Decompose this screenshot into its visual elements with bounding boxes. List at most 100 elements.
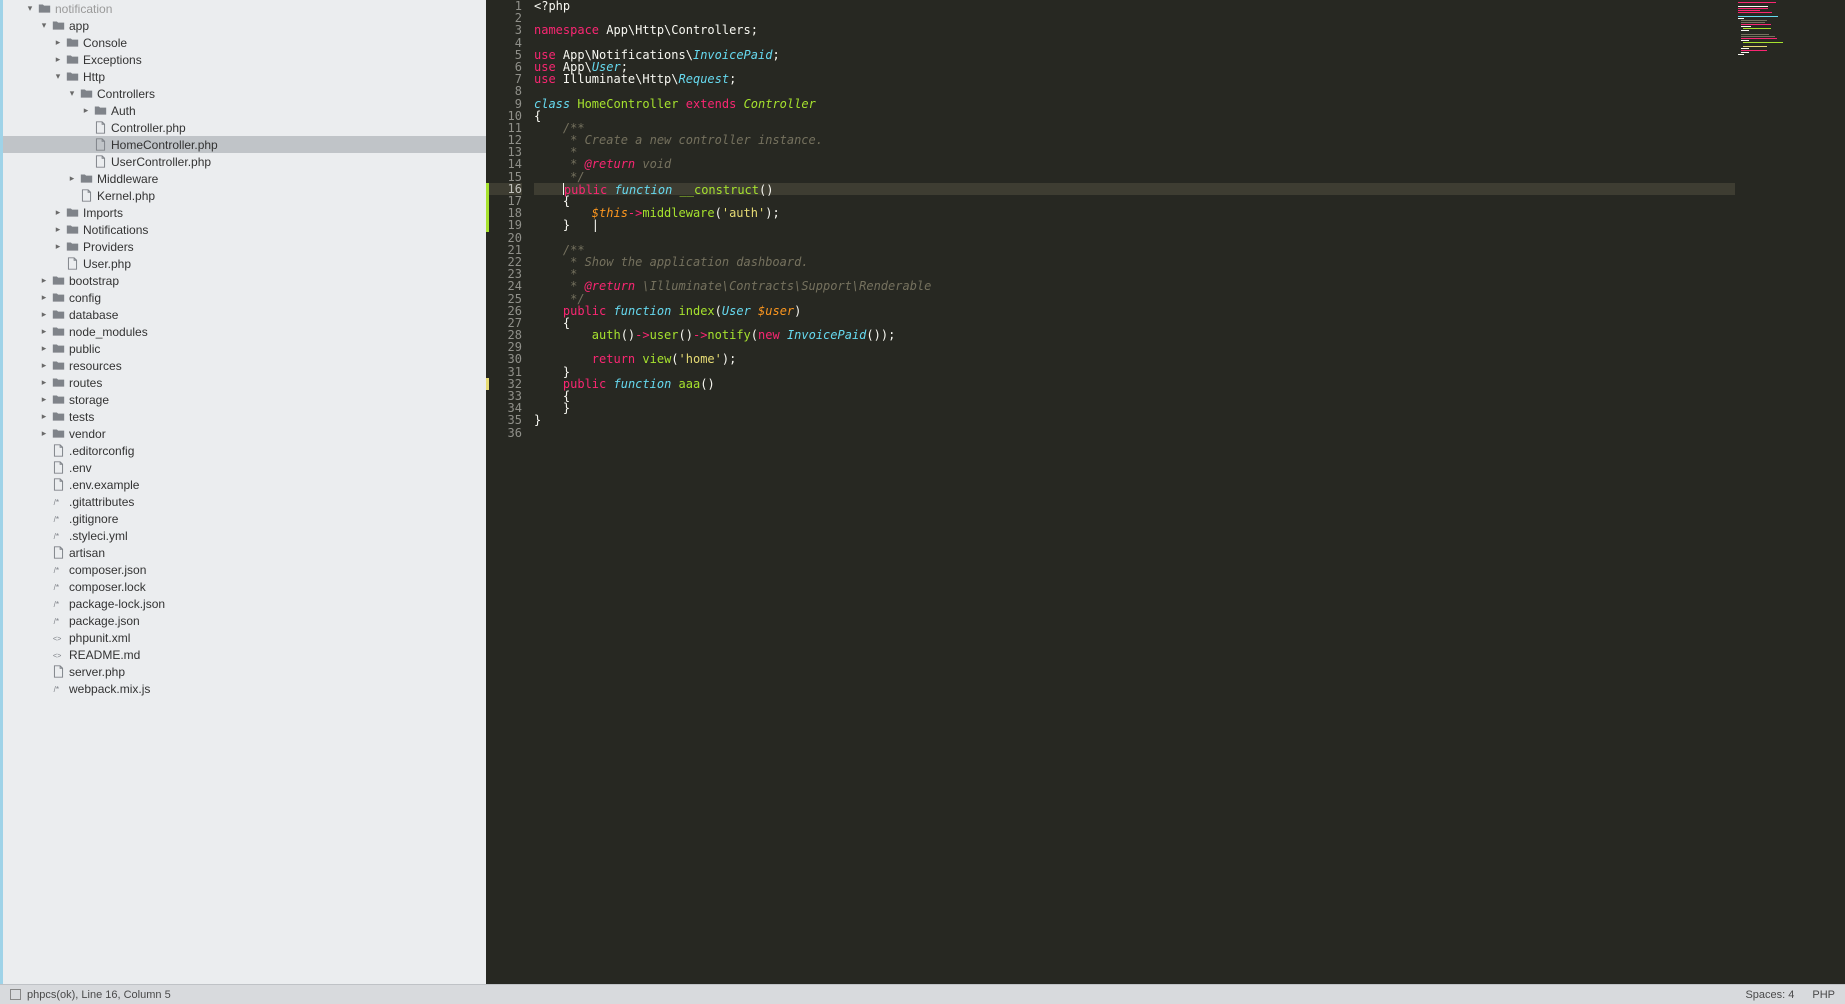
file-item--gitattributes[interactable]: /*.gitattributes <box>3 493 486 510</box>
folder-item-config[interactable]: ▸config <box>3 289 486 306</box>
folder-item-storage[interactable]: ▸storage <box>3 391 486 408</box>
chevron-right-icon[interactable]: ▸ <box>39 411 49 422</box>
code-line[interactable]: auth()->user()->notify(new InvoicePaid()… <box>534 329 1735 341</box>
chevron-right-icon[interactable]: ▸ <box>67 173 77 184</box>
code-line[interactable]: public function aaa() <box>534 378 1735 390</box>
code-line[interactable]: $this->middleware('auth'); <box>534 207 1735 219</box>
chevron-right-icon[interactable]: ▸ <box>39 377 49 388</box>
folder-item-auth[interactable]: ▸Auth <box>3 102 486 119</box>
file-item-readme-md[interactable]: <>README.md <box>3 646 486 663</box>
code-line[interactable]: * <box>534 146 1735 158</box>
file-item-package-lock-json[interactable]: /*package-lock.json <box>3 595 486 612</box>
line-number-gutter[interactable]: 1234567891011121314151617181920212223242… <box>486 0 530 984</box>
code-line[interactable]: * @return \Illuminate\Contracts\Support\… <box>534 280 1735 292</box>
file-item--env[interactable]: .env <box>3 459 486 476</box>
checkbox-icon[interactable] <box>10 989 21 1000</box>
line-number[interactable]: 25 <box>486 293 522 305</box>
code-line[interactable]: * Create a new controller instance. <box>534 134 1735 146</box>
line-number[interactable]: 14 <box>486 158 522 170</box>
code-line[interactable] <box>534 232 1735 244</box>
code-line[interactable]: return view('home'); <box>534 353 1735 365</box>
code-line[interactable]: public function __construct() <box>534 183 1735 195</box>
code-line[interactable]: * Show the application dashboard. <box>534 256 1735 268</box>
folder-item-node-modules[interactable]: ▸node_modules <box>3 323 486 340</box>
chevron-down-icon[interactable]: ▾ <box>53 71 63 82</box>
file-item-composer-lock[interactable]: /*composer.lock <box>3 578 486 595</box>
code-line[interactable]: * @return void <box>534 158 1735 170</box>
folder-item-database[interactable]: ▸database <box>3 306 486 323</box>
code-line[interactable]: use App\Notifications\InvoicePaid; <box>534 49 1735 61</box>
line-number[interactable]: 9 <box>486 98 522 110</box>
line-number[interactable]: 31 <box>486 366 522 378</box>
line-number[interactable]: 19 <box>486 219 522 231</box>
line-number[interactable]: 8 <box>486 85 522 97</box>
folder-item-notification[interactable]: ▾notification <box>3 0 486 17</box>
file-item-usercontroller-php[interactable]: UserController.php <box>3 153 486 170</box>
code-line[interactable]: namespace App\Http\Controllers; <box>534 24 1735 36</box>
code-line[interactable]: } <box>534 414 1735 426</box>
code-line[interactable] <box>534 427 1735 439</box>
line-number[interactable]: 35 <box>486 414 522 426</box>
chevron-right-icon[interactable]: ▸ <box>39 360 49 371</box>
folder-item-console[interactable]: ▸Console <box>3 34 486 51</box>
minimap[interactable] <box>1735 0 1845 984</box>
file-item--styleci-yml[interactable]: /*.styleci.yml <box>3 527 486 544</box>
chevron-right-icon[interactable]: ▸ <box>39 394 49 405</box>
folder-item-imports[interactable]: ▸Imports <box>3 204 486 221</box>
line-number[interactable]: 15 <box>486 171 522 183</box>
folder-item-http[interactable]: ▾Http <box>3 68 486 85</box>
editor[interactable]: 1234567891011121314151617181920212223242… <box>486 0 1845 984</box>
chevron-right-icon[interactable]: ▸ <box>39 343 49 354</box>
file-item--editorconfig[interactable]: .editorconfig <box>3 442 486 459</box>
code-line[interactable]: <?php <box>534 0 1735 12</box>
code-line[interactable]: public function index(User $user) <box>534 305 1735 317</box>
file-item-phpunit-xml[interactable]: <>phpunit.xml <box>3 629 486 646</box>
code-line[interactable]: } | <box>534 219 1735 231</box>
code-line[interactable]: { <box>534 390 1735 402</box>
folder-item-middleware[interactable]: ▸Middleware <box>3 170 486 187</box>
file-item-package-json[interactable]: /*package.json <box>3 612 486 629</box>
file-item-controller-php[interactable]: Controller.php <box>3 119 486 136</box>
code-line[interactable]: { <box>534 110 1735 122</box>
file-tree-sidebar[interactable]: ▾notification▾app▸Console▸Exceptions▾Htt… <box>0 0 486 984</box>
line-number[interactable]: 4 <box>486 37 522 49</box>
line-number[interactable]: 24 <box>486 280 522 292</box>
code-line[interactable]: use Illuminate\Http\Request; <box>534 73 1735 85</box>
chevron-right-icon[interactable]: ▸ <box>53 241 63 252</box>
file-item-user-php[interactable]: User.php <box>3 255 486 272</box>
line-number[interactable]: 20 <box>486 232 522 244</box>
folder-item-public[interactable]: ▸public <box>3 340 486 357</box>
chevron-right-icon[interactable]: ▸ <box>39 292 49 303</box>
chevron-right-icon[interactable]: ▸ <box>39 428 49 439</box>
folder-item-tests[interactable]: ▸tests <box>3 408 486 425</box>
folder-item-app[interactable]: ▾app <box>3 17 486 34</box>
folder-item-routes[interactable]: ▸routes <box>3 374 486 391</box>
chevron-right-icon[interactable]: ▸ <box>39 309 49 320</box>
folder-item-resources[interactable]: ▸resources <box>3 357 486 374</box>
chevron-down-icon[interactable]: ▾ <box>67 88 77 99</box>
status-language[interactable]: PHP <box>1812 989 1835 1001</box>
code-area[interactable]: <?php namespace App\Http\Controllers; use … <box>530 0 1735 984</box>
chevron-right-icon[interactable]: ▸ <box>53 54 63 65</box>
chevron-right-icon[interactable]: ▸ <box>53 37 63 48</box>
folder-item-providers[interactable]: ▸Providers <box>3 238 486 255</box>
folder-item-exceptions[interactable]: ▸Exceptions <box>3 51 486 68</box>
status-indent[interactable]: Spaces: 4 <box>1745 989 1794 1001</box>
code-line[interactable]: } <box>534 402 1735 414</box>
chevron-right-icon[interactable]: ▸ <box>39 326 49 337</box>
file-item-composer-json[interactable]: /*composer.json <box>3 561 486 578</box>
chevron-right-icon[interactable]: ▸ <box>39 275 49 286</box>
code-line[interactable]: class HomeController extends Controller <box>534 98 1735 110</box>
chevron-down-icon[interactable]: ▾ <box>39 20 49 31</box>
folder-item-controllers[interactable]: ▾Controllers <box>3 85 486 102</box>
status-left[interactable]: phpcs(ok), Line 16, Column 5 <box>10 989 171 1001</box>
folder-item-vendor[interactable]: ▸vendor <box>3 425 486 442</box>
folder-item-notifications[interactable]: ▸Notifications <box>3 221 486 238</box>
line-number[interactable]: 30 <box>486 353 522 365</box>
chevron-down-icon[interactable]: ▾ <box>25 3 35 14</box>
line-number[interactable]: 3 <box>486 24 522 36</box>
file-item-webpack-mix-js[interactable]: /*webpack.mix.js <box>3 680 486 697</box>
chevron-right-icon[interactable]: ▸ <box>81 105 91 116</box>
file-item-artisan[interactable]: artisan <box>3 544 486 561</box>
file-item--env-example[interactable]: .env.example <box>3 476 486 493</box>
